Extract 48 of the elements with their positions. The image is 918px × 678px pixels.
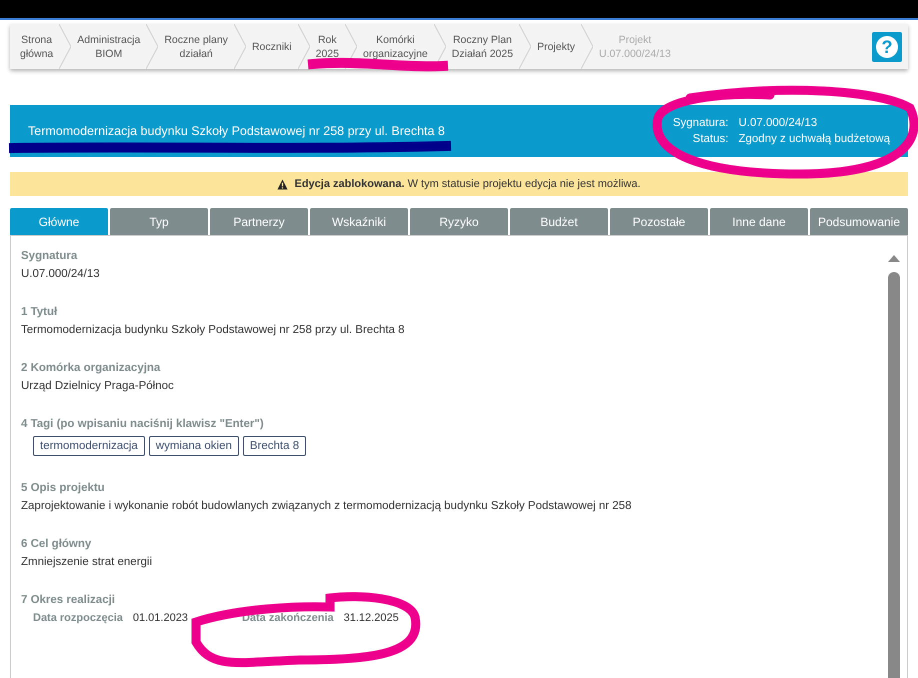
tab[interactable]: Typ	[110, 208, 208, 235]
breadcrumb-link[interactable]: Roczne plany działań	[158, 32, 234, 60]
project-title: Termomodernizacja budynku Szkoły Podstawowej nr 258 przy ul. Brechta 8	[28, 124, 445, 138]
breadcrumb-separator	[298, 24, 310, 69]
field-label: 7 Okres realizacji	[21, 594, 116, 606]
tag[interactable]: termomodernizacja	[33, 436, 145, 456]
warning-icon	[277, 178, 288, 190]
tab[interactable]: Wskaźniki	[310, 208, 408, 235]
field-value: Zaprojektowanie i wykonanie robót budowlanych związanych z termomodernizacją budynku Szkoły Podstawowej nr 258	[21, 500, 632, 512]
tab[interactable]: Inne dane	[710, 208, 808, 235]
breadcrumb-separator	[146, 24, 158, 69]
tab[interactable]: Budżet	[510, 208, 608, 235]
tag[interactable]: Brechta 8	[242, 436, 306, 456]
tab[interactable]: Ryzyko	[410, 208, 508, 235]
field-label: 4 Tagi (po wpisaniu naciśnij klawisz "Enter")	[21, 418, 265, 430]
status-label: Status:	[692, 133, 728, 145]
breadcrumb-link[interactable]: Komórki organizacyjne	[356, 32, 434, 60]
breadcrumb-separator	[344, 24, 357, 69]
date-value: 01.01.2023	[132, 612, 188, 624]
tab[interactable]: Podsumowanie	[810, 208, 908, 235]
tag[interactable]: wymiana okien	[148, 436, 239, 456]
status-value: Zgodny z uchwałą budżetową	[738, 133, 890, 145]
field-label: 5 Opis projektu	[21, 482, 106, 494]
breadcrumb-separator	[59, 24, 72, 69]
field-value: Termomodernizacja budynku Szkoły Podstawowej nr 258 przy ul. Brechta 8	[21, 324, 406, 336]
tab[interactable]: Partnerzy	[210, 208, 308, 235]
tab[interactable]: Pozostałe	[610, 208, 708, 235]
date-label: Data rozpoczęcia	[33, 612, 123, 624]
field-value: Zmniejszenie strat energii	[21, 556, 154, 568]
breadcrumb-separator	[581, 24, 594, 69]
breadcrumb-link[interactable]: Projekty	[531, 40, 582, 54]
breadcrumb-link[interactable]: Rok 2025	[310, 32, 345, 60]
breadcrumb-separator	[234, 24, 246, 69]
signature-value: U.07.000/24/13	[738, 117, 818, 129]
field-label: 2 Komórka organizacyjna	[21, 362, 162, 374]
field-label: 6 Cel główny	[21, 538, 92, 550]
breadcrumb-link[interactable]: Roczny Plan Działań 2025	[446, 32, 520, 60]
field-label: Sygnatura	[21, 250, 78, 262]
breadcrumb-link[interactable]: Administracja BIOM	[71, 32, 146, 60]
breadcrumb-link[interactable]: Strona główna	[14, 32, 60, 60]
date-value: 31.12.2025	[344, 612, 399, 624]
warning-text: Edycja zablokowana. W tym statusie projektu edycja nie jest możliwa.	[294, 178, 641, 190]
breadcrumb-separator	[519, 24, 532, 69]
breadcrumb-link[interactable]: Roczniki	[246, 40, 298, 54]
field-value: U.07.000/24/13	[21, 268, 101, 280]
field-label: 1 Tytuł	[21, 306, 58, 318]
signature-label: Sygnatura:	[672, 117, 728, 129]
field-value: Urząd Dzielnicy Praga-Północ	[21, 380, 175, 392]
